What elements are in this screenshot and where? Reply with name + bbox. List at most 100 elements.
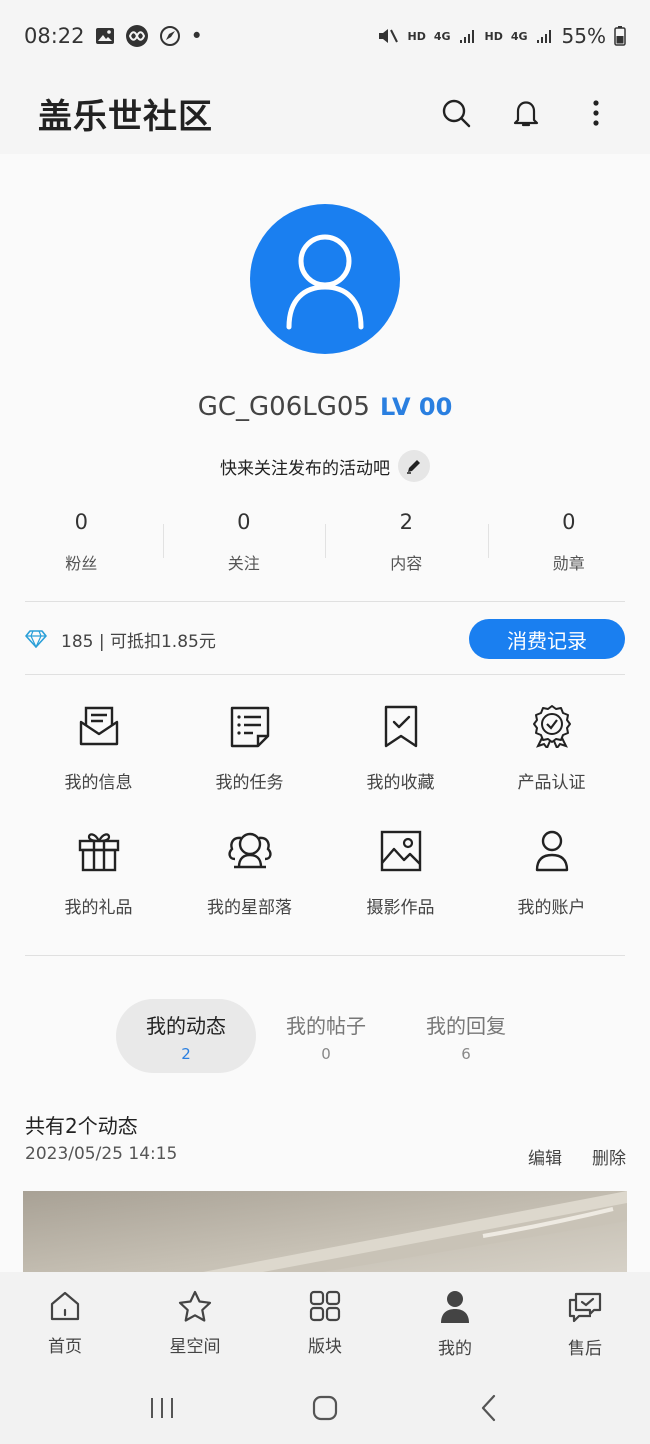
stat-fans[interactable]: 0 粉丝 xyxy=(0,510,163,580)
app-title: 盖乐世社区 xyxy=(38,96,213,137)
bottom-nav: 首页 星空间 版块 我的 售后 xyxy=(0,1272,650,1372)
image-icon xyxy=(380,830,421,872)
post-photo xyxy=(23,1191,627,1272)
search-button[interactable] xyxy=(440,97,472,129)
tab-count: 6 xyxy=(461,1044,471,1063)
battery-icon xyxy=(614,26,626,46)
system-navigation xyxy=(0,1372,650,1444)
gift-icon xyxy=(78,833,119,872)
network-type-1: 4G xyxy=(433,29,451,43)
profile-content: GC_G06LG05 LV 00 快来关注发布的活动吧 0 粉丝 0 关注 2 … xyxy=(0,154,650,1272)
nav-after-sales[interactable]: 售后 xyxy=(520,1272,650,1372)
home-circle-icon xyxy=(312,1395,338,1421)
header-actions xyxy=(440,97,612,129)
menu-grid: 我的信息 我的任务 我的收藏 产品认证 我的礼品 我的星部落 摄影作品 我的账户 xyxy=(23,702,627,918)
stat-value: 2 xyxy=(399,510,413,534)
nav-sections[interactable]: 版块 xyxy=(260,1272,390,1372)
more-button[interactable] xyxy=(580,97,612,129)
nav-label: 我的 xyxy=(438,1339,472,1359)
edit-bio-button[interactable] xyxy=(398,450,430,482)
hd-indicator-1: HD xyxy=(407,29,426,43)
menu-label: 我的信息 xyxy=(64,773,133,793)
bell-icon xyxy=(513,101,539,127)
menu-label: 我的账户 xyxy=(517,898,586,918)
menu-my-gifts[interactable]: 我的礼品 xyxy=(23,827,174,918)
message-icon xyxy=(79,706,118,746)
task-icon xyxy=(230,706,269,748)
menu-my-messages[interactable]: 我的信息 xyxy=(23,702,174,793)
back-icon xyxy=(482,1394,496,1422)
stat-label: 关注 xyxy=(227,554,260,573)
nav-label: 售后 xyxy=(568,1339,602,1359)
menu-label: 我的礼品 xyxy=(64,898,133,918)
menu-product-certification[interactable]: 产品认证 xyxy=(476,702,627,793)
username: GC_G06LG05 xyxy=(197,392,370,422)
badge-icon xyxy=(532,705,571,748)
notifications-button[interactable] xyxy=(510,97,542,129)
status-bar: 08:22 • HD 4G HD 4G 55% xyxy=(0,0,650,72)
nav-star-space[interactable]: 星空间 xyxy=(130,1272,260,1372)
menu-my-tasks[interactable]: 我的任务 xyxy=(174,702,325,793)
nav-home[interactable]: 首页 xyxy=(0,1272,130,1372)
divider xyxy=(25,674,625,675)
search-icon xyxy=(442,99,471,128)
stats-row: 0 粉丝 0 关注 2 内容 0 勋章 xyxy=(0,510,650,580)
stat-value: 0 xyxy=(562,510,576,534)
menu-label: 我的收藏 xyxy=(366,773,435,793)
star-icon xyxy=(178,1290,212,1322)
tab-my-posts[interactable]: 我的帖子 0 xyxy=(256,999,396,1073)
points-text: 185 | 可抵扣1.85元 xyxy=(61,631,216,652)
level-badge: LV 00 xyxy=(379,393,453,421)
menu-my-favorites[interactable]: 我的收藏 xyxy=(325,702,476,793)
activity-summary: 共有2个动态 xyxy=(25,1114,138,1138)
stat-following[interactable]: 0 关注 xyxy=(162,510,326,580)
edit-post-button[interactable]: 编辑 xyxy=(528,1144,562,1169)
tab-label: 我的动态 xyxy=(146,1013,226,1038)
post-image[interactable] xyxy=(23,1191,627,1272)
post-actions: 编辑 删除 xyxy=(528,1144,626,1169)
stat-medals[interactable]: 0 勋章 xyxy=(487,510,650,580)
menu-label: 我的任务 xyxy=(215,773,284,793)
diamond-icon xyxy=(25,630,47,648)
mute-icon xyxy=(377,26,399,46)
recent-apps-button[interactable] xyxy=(142,1388,182,1428)
bookmark-icon xyxy=(384,705,417,748)
tab-my-activity[interactable]: 我的动态 2 xyxy=(116,999,256,1073)
divider xyxy=(25,955,625,956)
gallery-notification-icon xyxy=(95,27,115,45)
menu-my-tribe[interactable]: 我的星部落 xyxy=(174,827,325,918)
status-right: HD 4G HD 4G 55% xyxy=(377,24,626,48)
home-icon xyxy=(50,1291,80,1321)
signal-icon-1 xyxy=(459,28,477,44)
stat-value: 0 xyxy=(237,510,251,534)
stat-content[interactable]: 2 内容 xyxy=(325,510,488,580)
post-tabs: 我的动态 2 我的帖子 0 我的回复 6 xyxy=(116,999,536,1073)
hd-indicator-2: HD xyxy=(484,29,503,43)
tab-count: 0 xyxy=(321,1044,331,1063)
battery-percent: 55% xyxy=(561,24,606,48)
tab-my-replies[interactable]: 我的回复 6 xyxy=(396,999,536,1073)
status-left: 08:22 • xyxy=(24,24,203,48)
nav-mine[interactable]: 我的 xyxy=(390,1272,520,1372)
post-date: 2023/05/25 14:15 xyxy=(25,1144,178,1164)
home-nav-button[interactable] xyxy=(305,1388,345,1428)
more-icon xyxy=(593,100,599,126)
stat-label: 勋章 xyxy=(552,554,585,573)
recent-apps-icon xyxy=(150,1398,173,1418)
more-notifications-dot: • xyxy=(190,24,203,48)
menu-photography[interactable]: 摄影作品 xyxy=(325,827,476,918)
network-type-2: 4G xyxy=(510,29,528,43)
delete-post-button[interactable]: 删除 xyxy=(592,1144,626,1169)
points-row: 185 | 可抵扣1.85元 消费记录 xyxy=(25,618,625,660)
menu-my-account[interactable]: 我的账户 xyxy=(476,827,627,918)
navigation-notification-icon xyxy=(159,25,181,47)
user-icon xyxy=(441,1291,469,1323)
menu-label: 我的星部落 xyxy=(207,898,292,918)
divider xyxy=(25,601,625,602)
tab-count: 2 xyxy=(181,1044,191,1063)
consumption-record-button[interactable]: 消费记录 xyxy=(469,619,625,659)
username-row: GC_G06LG05 LV 00 xyxy=(0,392,650,422)
default-user-icon xyxy=(286,234,364,330)
back-button[interactable] xyxy=(468,1388,508,1428)
avatar[interactable] xyxy=(250,204,400,354)
